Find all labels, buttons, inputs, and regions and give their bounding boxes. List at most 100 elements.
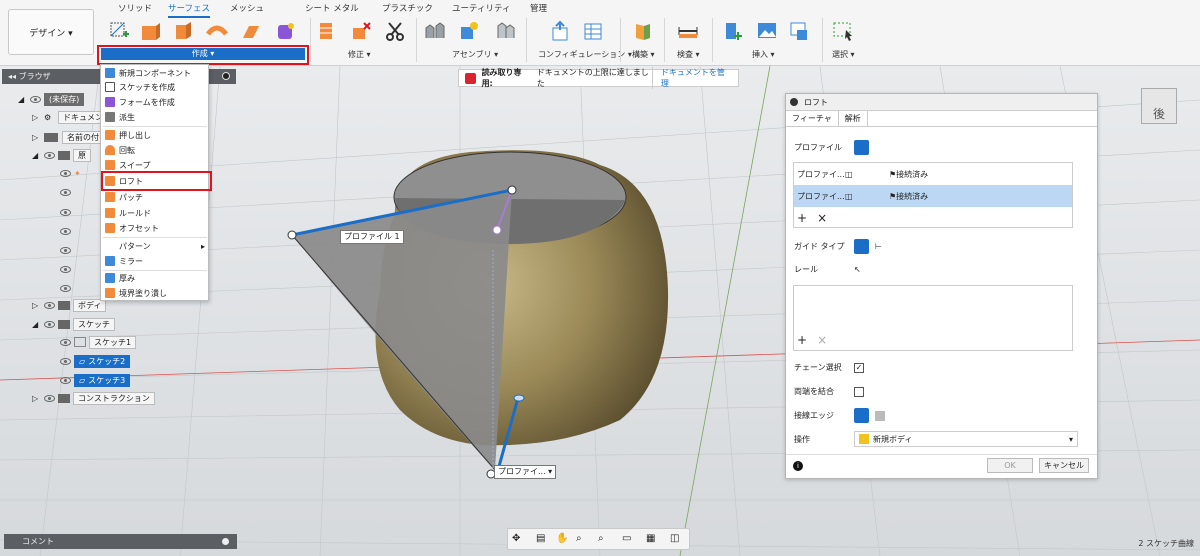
add-icon[interactable]: + (797, 333, 807, 347)
tree-origin-plane[interactable] (60, 185, 74, 199)
dialog-header[interactable]: ロフト (786, 94, 1097, 111)
comments-panel[interactable]: コメント (4, 534, 237, 549)
zoom-icon[interactable]: ⌕ (576, 533, 582, 544)
expand-icon[interactable]: ◢ (32, 151, 44, 160)
configure-table-icon[interactable] (582, 20, 604, 42)
orbit-icon[interactable]: ✥ (512, 533, 520, 544)
visibility-icon[interactable] (60, 188, 71, 196)
pin-icon[interactable] (222, 72, 230, 80)
remove-icon[interactable]: × (817, 333, 827, 347)
tab-sheet-metal[interactable]: シート メタル (305, 0, 359, 16)
profile-select-button[interactable] (854, 140, 869, 155)
expand-icon[interactable]: ▷ (32, 133, 44, 142)
loft-surface-icon[interactable] (240, 20, 262, 42)
menu-item-patch[interactable]: パッチ (105, 190, 205, 204)
visibility-icon[interactable] (60, 265, 71, 273)
tangent-keep-icon[interactable] (875, 410, 885, 421)
tab-plastic[interactable]: プラスチック (382, 0, 433, 16)
tree-origin[interactable]: ◢ 原 (32, 148, 91, 162)
menu-item-boundary-fill[interactable]: 境界塗り潰し (105, 286, 205, 300)
inspect-dropdown[interactable]: 検査 ▾ (677, 49, 700, 60)
cursor-icon[interactable]: ↖ (854, 265, 861, 274)
visibility-icon[interactable] (44, 320, 55, 328)
viewports-icon[interactable]: ◫ (670, 533, 679, 544)
tree-origin-point[interactable]: ✦ (60, 166, 81, 180)
tree-sketches[interactable]: ◢ スケッチ (32, 317, 115, 331)
expand-icon[interactable]: ▷ (32, 301, 44, 310)
point-handle[interactable] (287, 230, 297, 240)
insert-decal-icon[interactable] (788, 20, 810, 42)
sweep-surface-icon[interactable] (206, 20, 228, 42)
tree-sketch2[interactable]: ▱ スケッチ2 (60, 354, 131, 368)
add-comment-icon[interactable] (222, 538, 229, 545)
operation-select[interactable]: 新規ボディ ▾ (854, 431, 1078, 447)
visibility-icon[interactable] (30, 95, 41, 103)
tree-origin-axis[interactable] (60, 243, 74, 257)
menu-item-extrude[interactable]: 押し出し (105, 128, 205, 142)
manage-documents-link[interactable]: ドキュメントを管理 (651, 67, 738, 89)
tree-origin-plane[interactable] (60, 205, 74, 219)
sketch-icon[interactable] (108, 20, 130, 42)
insert-derive-icon[interactable] (722, 20, 744, 42)
assemble-dropdown[interactable]: アセンブリ ▾ (452, 49, 498, 60)
profile-row-1[interactable]: プロファイ... ◫ ⚑ 接続済み (794, 163, 1072, 185)
tab-utilities[interactable]: ユーティリティ (452, 0, 510, 16)
tab-surface[interactable]: サーフェス (168, 0, 210, 18)
insert-canvas-icon[interactable] (756, 20, 778, 42)
modify-dropdown[interactable]: 修正 ▾ (348, 49, 371, 60)
point-handle[interactable] (492, 225, 502, 235)
create-form-icon[interactable] (274, 20, 296, 42)
workspace-switcher[interactable]: デザイン ▾ (8, 9, 94, 55)
new-component-icon[interactable] (458, 20, 480, 42)
guide-centerline-icon[interactable]: ⊢ (875, 242, 882, 251)
point-handle[interactable] (513, 394, 525, 402)
visibility-icon[interactable] (60, 227, 71, 235)
menu-item-create-sketch[interactable]: スケッチを作成 (105, 80, 205, 94)
configure-dropdown[interactable]: コンフィギュレーション ▾ (538, 49, 632, 60)
measure-icon[interactable] (677, 20, 699, 42)
visibility-icon[interactable] (60, 376, 71, 384)
ok-button[interactable]: OK (987, 458, 1033, 473)
tree-origin-plane[interactable] (60, 224, 74, 238)
close-ends-checkbox[interactable] (854, 386, 864, 397)
tab-mesh[interactable]: メッシュ (230, 0, 264, 16)
expand-icon[interactable]: ◢ (18, 95, 30, 104)
tree-sketch1[interactable]: スケッチ1 (60, 335, 137, 349)
tree-root[interactable]: ◢ (未保存) (18, 92, 85, 106)
point-handle[interactable] (507, 185, 517, 195)
expand-icon[interactable]: ▷ (32, 394, 44, 403)
profile-dropdown-canvas[interactable]: プロファイ... ▾ (494, 465, 557, 479)
extrude-surface-icon[interactable] (140, 20, 162, 42)
visibility-icon[interactable] (60, 284, 71, 292)
plane-icon[interactable] (632, 20, 654, 42)
tree-sketch3[interactable]: ▱ スケッチ3 (60, 373, 131, 387)
scissors-icon[interactable] (384, 20, 406, 42)
menu-item-revolve[interactable]: 回転 (105, 143, 205, 157)
menu-item-pattern[interactable]: パターン ▸ (105, 239, 205, 253)
look-at-icon[interactable]: ▤ (536, 533, 545, 544)
guide-rail-button[interactable] (854, 239, 869, 254)
profile-row-2[interactable]: プロファイ... ◫ ⚑ 接続済み (794, 185, 1072, 207)
joint-icon[interactable] (424, 20, 446, 42)
grid-settings-icon[interactable]: ▦ (646, 533, 655, 544)
visibility-icon[interactable] (44, 151, 55, 159)
expand-icon[interactable]: ◢ (32, 320, 44, 329)
visibility-icon[interactable] (60, 357, 71, 365)
visibility-icon[interactable] (60, 169, 71, 177)
menu-item-thicken[interactable]: 厚み (105, 271, 205, 285)
display-settings-icon[interactable]: ▭ (622, 533, 631, 544)
pan-icon[interactable]: ✋ (556, 533, 568, 544)
cancel-button[interactable]: キャンセル (1039, 458, 1089, 473)
tree-bodies[interactable]: ▷ ボディ (32, 298, 107, 312)
menu-item-new-component[interactable]: 新規コンポーネント (105, 66, 205, 80)
select-icon[interactable] (832, 20, 854, 42)
tree-origin-axis[interactable] (60, 262, 74, 276)
menu-item-create-form[interactable]: フォームを作成 (105, 95, 205, 109)
configure-icon[interactable] (550, 20, 572, 42)
tangent-merge-button[interactable] (854, 408, 869, 423)
menu-item-mirror[interactable]: ミラー (105, 254, 205, 268)
visibility-icon[interactable] (44, 301, 55, 309)
revolve-surface-icon[interactable] (172, 20, 194, 42)
menu-item-offset[interactable]: オフセット (105, 221, 205, 235)
tree-construction[interactable]: ▷ コンストラクション (32, 391, 155, 405)
